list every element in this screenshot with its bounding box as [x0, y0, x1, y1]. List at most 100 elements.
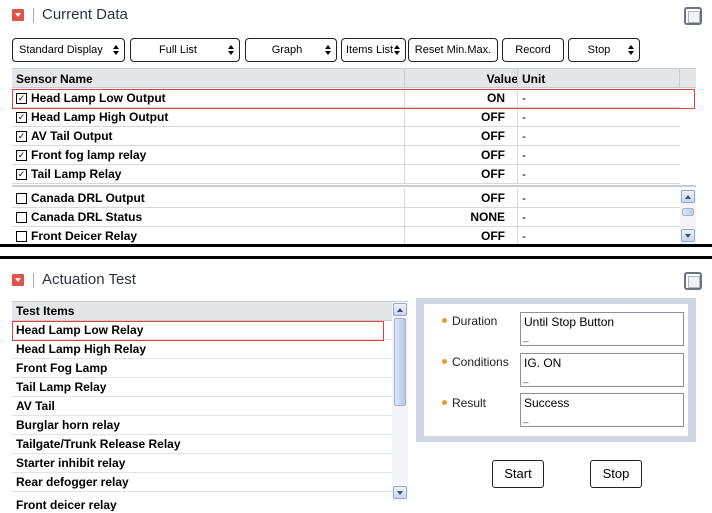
cell-divider [517, 108, 518, 126]
test-item[interactable]: Head Lamp Low Relay [12, 321, 392, 340]
cell-divider [517, 189, 518, 207]
sensor-name: AV Tail Output [31, 129, 113, 143]
reset-min-max-button[interactable]: Reset Min.Max. [408, 38, 498, 62]
text-caret: _ [523, 373, 529, 384]
test-item[interactable]: Rear defogger relay [12, 473, 392, 492]
column-header-sensor-name[interactable]: Sensor Name [16, 72, 93, 86]
current-data-panel: Current Data Standard Display Full List … [0, 0, 712, 244]
sensor-value: OFF [481, 129, 505, 143]
sensor-row[interactable]: Head Lamp High Output OFF - [12, 108, 680, 127]
header-divider [33, 8, 34, 23]
start-button[interactable]: Start [492, 460, 544, 488]
scroll-thumb[interactable] [682, 208, 694, 216]
sensor-name: Canada DRL Output [31, 191, 145, 205]
list-mode-label: Full List [159, 44, 197, 56]
sensor-unit: - [522, 129, 526, 143]
test-item[interactable]: Front deicer relay [12, 492, 392, 511]
test-item-label: Burglar horn relay [16, 418, 121, 432]
sensor-value: NONE [470, 210, 505, 224]
sensor-row[interactable]: Front Deicer Relay OFF - [12, 227, 680, 244]
test-items-header-label: Test Items [16, 304, 75, 318]
maximize-icon[interactable] [684, 7, 702, 25]
test-list-scrollbar[interactable] [392, 302, 408, 501]
sensor-name: Head Lamp High Output [31, 110, 169, 124]
test-item[interactable]: AV Tail [12, 397, 392, 416]
test-item[interactable]: Head Lamp High Relay [12, 340, 392, 359]
reset-min-max-label: Reset Min.Max. [414, 44, 492, 56]
test-items-header: Test Items [12, 302, 392, 321]
sensor-value: ON [487, 91, 505, 105]
column-divider [679, 69, 680, 87]
column-divider [404, 69, 405, 87]
scroll-down-icon[interactable] [393, 486, 407, 499]
stop-select[interactable]: Stop [568, 38, 640, 62]
row-checkbox[interactable] [16, 169, 27, 180]
scroll-up-icon[interactable] [681, 190, 695, 203]
cell-divider [404, 227, 405, 244]
maximize-icon[interactable] [684, 272, 702, 290]
cell-divider [404, 165, 405, 183]
collapse-icon[interactable] [12, 274, 24, 286]
items-list-select[interactable]: Items List [341, 38, 406, 62]
collapse-icon[interactable] [12, 9, 24, 21]
row-checkbox[interactable] [16, 231, 27, 242]
pane-splitter[interactable] [0, 244, 712, 247]
pane-splitter[interactable] [0, 256, 712, 259]
sensor-unit: - [522, 210, 526, 224]
scroll-thumb[interactable] [394, 318, 406, 406]
row-checkbox[interactable] [16, 131, 27, 142]
test-item[interactable]: Tail Lamp Relay [12, 378, 392, 397]
items-list-label: Items List [346, 44, 394, 56]
sensor-row[interactable]: Canada DRL Output OFF - [12, 189, 680, 208]
scroll-up-icon[interactable] [393, 303, 407, 316]
sensor-name: Front fog lamp relay [31, 148, 147, 162]
sensor-unit: - [522, 191, 526, 205]
sensor-name: Tail Lamp Relay [31, 167, 122, 181]
cell-divider [404, 89, 405, 107]
stop-label: Stop [602, 466, 630, 481]
cell-divider [404, 189, 405, 207]
sensor-row[interactable]: Canada DRL Status NONE - [12, 208, 680, 227]
test-item-label: AV Tail [16, 399, 55, 413]
test-item-label: Head Lamp Low Relay [16, 323, 144, 337]
sensor-name: Head Lamp Low Output [31, 91, 166, 105]
bullet-icon [442, 318, 447, 323]
sensor-row[interactable]: Front fog lamp relay OFF - [12, 146, 680, 165]
duration-label: Duration [452, 314, 498, 328]
cell-divider [404, 208, 405, 226]
row-checkbox[interactable] [16, 193, 27, 204]
stop-button[interactable]: Stop [590, 460, 642, 488]
actuation-test-header: Actuation Test [0, 265, 712, 295]
sensor-row[interactable]: Tail Lamp Relay OFF - [12, 165, 680, 184]
graph-select[interactable]: Graph [245, 38, 337, 62]
sensor-value: OFF [481, 167, 505, 181]
conditions-field: IG. ON _ [520, 353, 684, 387]
row-checkbox[interactable] [16, 112, 27, 123]
list-mode-select[interactable]: Full List [130, 38, 240, 62]
test-item[interactable]: Burglar horn relay [12, 416, 392, 435]
display-mode-select[interactable]: Standard Display [12, 38, 125, 62]
updown-icon [628, 45, 634, 56]
test-item-label: Head Lamp High Relay [16, 342, 147, 356]
test-item[interactable]: Front Fog Lamp [12, 359, 392, 378]
result-label: Result [452, 396, 487, 410]
sensor-list-scrollbar[interactable] [680, 189, 696, 244]
column-header-value[interactable]: Value [487, 72, 518, 86]
scroll-down-icon[interactable] [681, 229, 695, 242]
cell-divider [517, 165, 518, 183]
bullet-icon [442, 359, 447, 364]
sensor-row[interactable]: Head Lamp Low Output ON - [12, 89, 680, 108]
updown-icon [394, 45, 400, 56]
column-header-unit[interactable]: Unit [522, 72, 545, 86]
test-item[interactable]: Starter inhibit relay [12, 454, 392, 473]
duration-value: Until Stop Button [524, 315, 615, 329]
sensor-unit: - [522, 148, 526, 162]
row-checkbox[interactable] [16, 150, 27, 161]
record-button[interactable]: Record [502, 38, 564, 62]
sensor-row[interactable]: AV Tail Output OFF - [12, 127, 680, 146]
test-items-list: Test Items Head Lamp Low Relay Head Lamp… [12, 301, 408, 511]
row-checkbox[interactable] [16, 93, 27, 104]
cell-divider [517, 127, 518, 145]
test-item[interactable]: Tailgate/Trunk Release Relay [12, 435, 392, 454]
row-checkbox[interactable] [16, 212, 27, 223]
